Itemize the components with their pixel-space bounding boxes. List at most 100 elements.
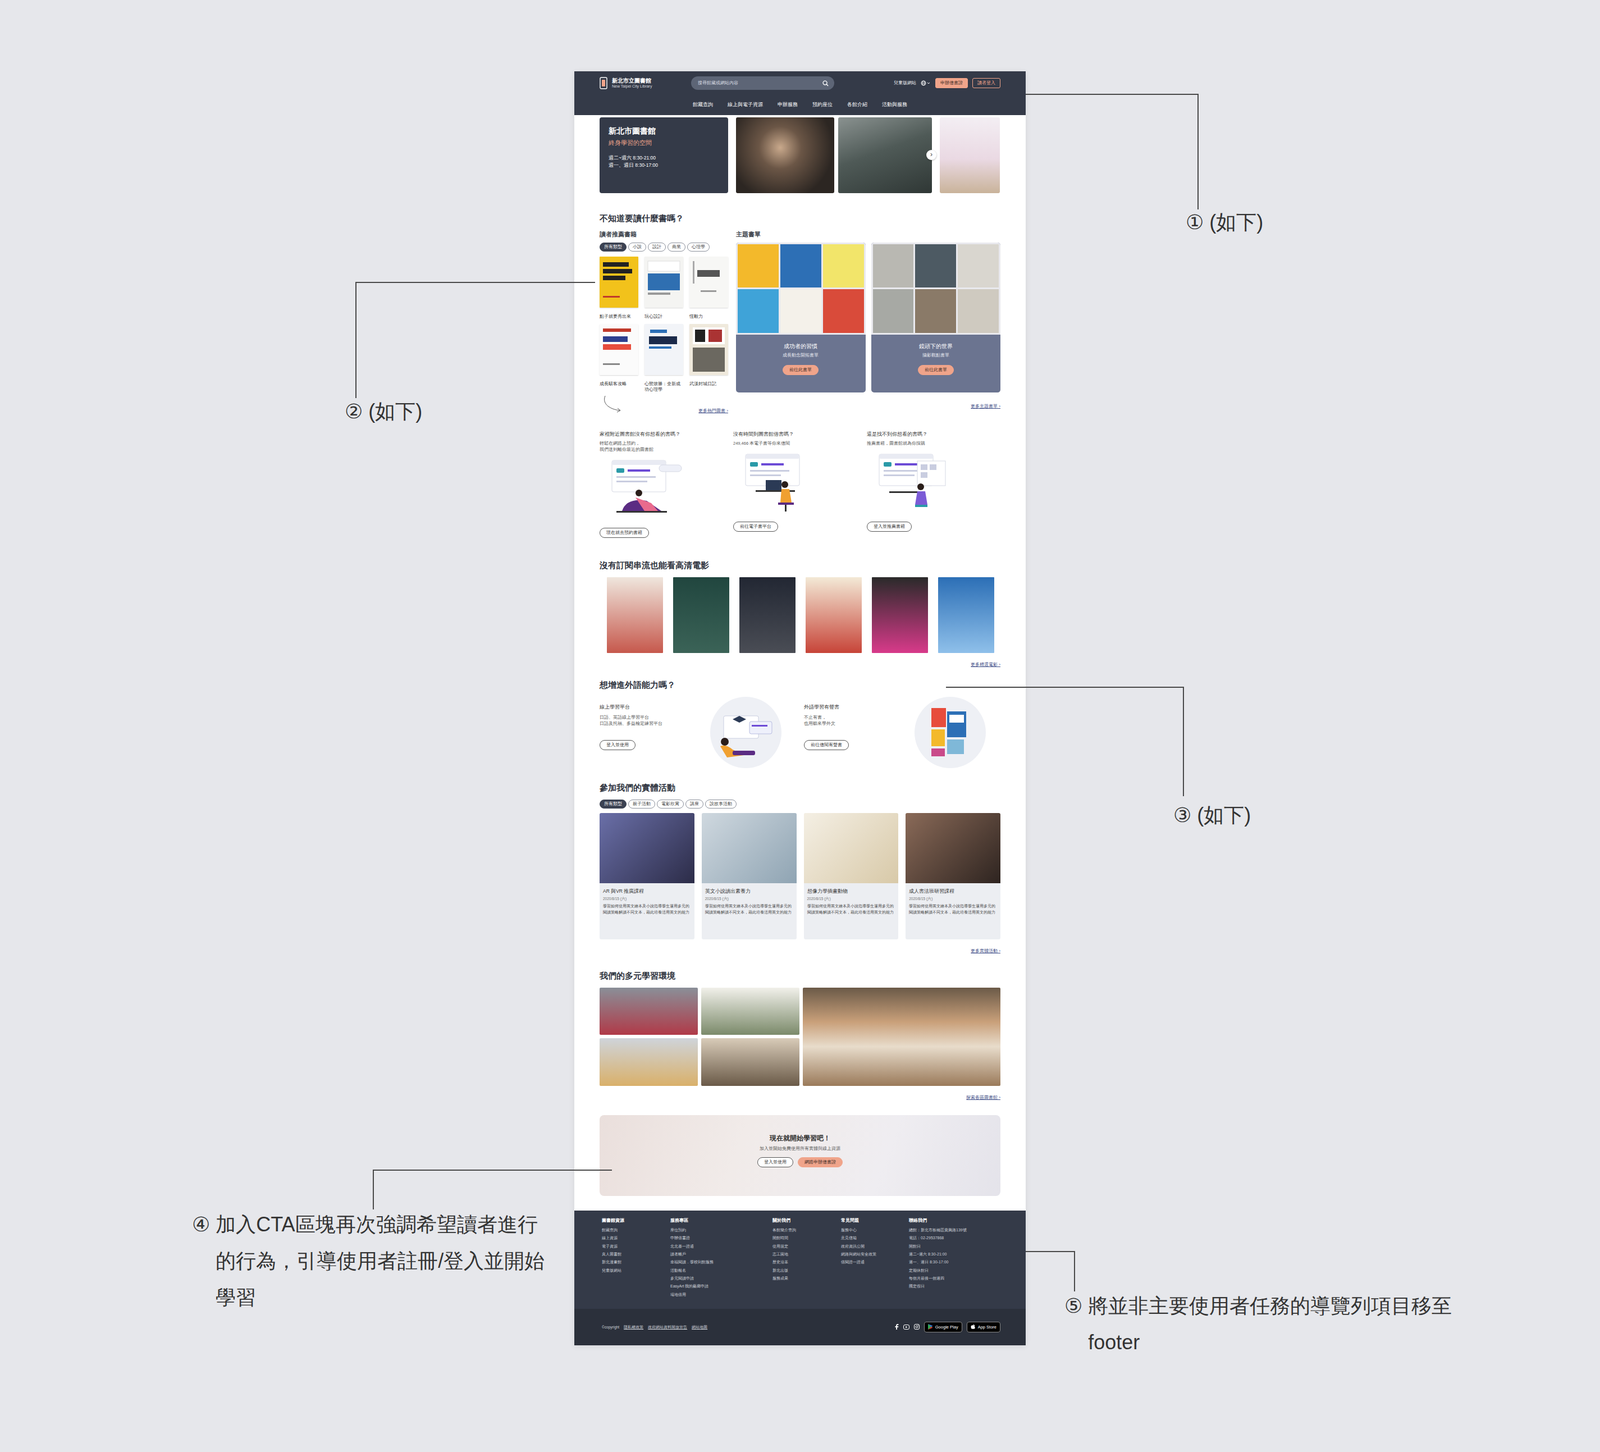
movie-poster[interactable] bbox=[739, 577, 796, 653]
more-movies-link[interactable]: 更多精選電影 › bbox=[970, 661, 1001, 667]
footer-link[interactable]: 志工園地 bbox=[772, 1250, 841, 1259]
footer-link[interactable]: 北北基一證通 bbox=[670, 1242, 773, 1251]
legal-link[interactable]: 網站地圖 bbox=[691, 1324, 708, 1330]
search-input[interactable] bbox=[696, 79, 823, 88]
footer-link[interactable]: 幸福閱讀．學校到館服務 bbox=[670, 1258, 773, 1266]
footer-link[interactable]: 場地借用 bbox=[670, 1290, 773, 1299]
hero-photo[interactable] bbox=[939, 117, 1000, 194]
more-events-link[interactable]: 更多實體活動 › bbox=[970, 948, 1001, 954]
footer-link[interactable]: 網路與網站安全政策 bbox=[840, 1250, 909, 1259]
footer-link[interactable]: 申辦借書證 bbox=[670, 1233, 773, 1242]
space-photo[interactable] bbox=[701, 1038, 800, 1086]
app-store-badge[interactable]: App Store bbox=[966, 1321, 1001, 1333]
footer-link[interactable]: 座位預約 bbox=[670, 1226, 773, 1234]
event-type-tag[interactable]: 講座 bbox=[685, 799, 704, 809]
promo-button[interactable]: 現在就去預約書籍 bbox=[599, 527, 649, 538]
nav-item[interactable]: 線上與電子資源 bbox=[727, 101, 763, 109]
apply-card-button[interactable]: 申辦借書證 bbox=[935, 78, 968, 89]
footer-link[interactable]: 線上資源 bbox=[601, 1233, 671, 1242]
event-card[interactable]: 想像力學插畫動物2020/8/15 (六)學習如何使用英文繪本及小說指導學生運用… bbox=[803, 812, 899, 940]
app-store-badge[interactable]: Google Play bbox=[924, 1321, 963, 1333]
event-card[interactable]: 英文小說讀出素養力2020/8/15 (六)學習如何使用英文繪本及小說指導學生運… bbox=[701, 812, 797, 940]
footer-link[interactable]: 意見信箱 bbox=[840, 1233, 909, 1242]
genre-tag[interactable]: 商業 bbox=[667, 242, 686, 252]
hero-photo[interactable] bbox=[736, 117, 835, 194]
footer-link[interactable]: 多元閱讀申請 bbox=[670, 1274, 773, 1283]
footer-link[interactable]: 電子資源 bbox=[601, 1242, 671, 1251]
movie-poster[interactable] bbox=[871, 577, 928, 653]
book-item[interactable]: 點子就要秀出來 bbox=[599, 256, 639, 320]
language-button[interactable]: 前往借閱有聲書 bbox=[803, 739, 849, 751]
kids-site-link[interactable]: 兒童版網站 bbox=[893, 79, 917, 86]
event-body: 成人書法班研習課程2020/8/15 (六)學習如何使用英文繪本及小說指導學生運… bbox=[905, 883, 1001, 921]
event-type-tag[interactable]: 親子活動 bbox=[628, 799, 656, 809]
footer-link[interactable]: 讀者帳戶 bbox=[670, 1250, 773, 1259]
cta-button[interactable]: 登入並使用 bbox=[757, 1157, 794, 1168]
more-lists-link[interactable]: 更多主題書單 › bbox=[970, 403, 1001, 409]
nav-item[interactable]: 館藏查詢 bbox=[692, 101, 713, 109]
genre-tag[interactable]: 小說 bbox=[628, 242, 647, 252]
carousel-next-button[interactable]: › bbox=[926, 149, 937, 160]
footer-link[interactable]: 歷史沿革 bbox=[772, 1258, 841, 1266]
footer-link[interactable]: 服務中心 bbox=[840, 1226, 909, 1234]
footer-link[interactable]: 兒童版網站 bbox=[601, 1266, 671, 1275]
movie-poster[interactable] bbox=[673, 577, 730, 653]
movie-poster[interactable] bbox=[938, 577, 995, 653]
footer-link[interactable]: 借閱證一證通 bbox=[840, 1258, 909, 1266]
footer-link[interactable]: 新北漫畫館 bbox=[601, 1258, 671, 1266]
book-item[interactable]: 玩心設計 bbox=[644, 256, 684, 320]
book-item[interactable]: 恆毅力 bbox=[689, 256, 729, 320]
annotation-text: 加入CTA區塊再次強調希望讀者進行的行為，引導使用者註冊/登入並開始學習 bbox=[215, 1206, 553, 1316]
cta-button[interactable]: 網路申辦借書證 bbox=[797, 1157, 843, 1168]
space-photo[interactable] bbox=[599, 1038, 698, 1086]
footer-link[interactable]: EasyArt 我的藝廊申請 bbox=[670, 1282, 773, 1291]
language-desc: 日語及托福、多益檢定練習平台 bbox=[599, 720, 711, 727]
event-card[interactable]: AR 與VR 推廣課程2020/8/15 (六)學習如何使用英文繪本及小說指導學… bbox=[599, 812, 695, 940]
movie-poster[interactable] bbox=[606, 577, 664, 653]
more-books-link[interactable]: 更多熱門圖書 › bbox=[698, 407, 729, 414]
nav-item[interactable]: 活動與服務 bbox=[881, 101, 908, 109]
footer-link[interactable]: 服務成果 bbox=[772, 1274, 841, 1283]
footer-link[interactable]: 使用規定 bbox=[772, 1242, 841, 1251]
nav-item[interactable]: 申辦服務 bbox=[777, 101, 798, 109]
book-item[interactable]: 成長駭客攻略 bbox=[599, 323, 639, 393]
legal-link[interactable]: 隱私權政策 bbox=[623, 1324, 644, 1330]
footer-link[interactable]: 新北出版 bbox=[772, 1266, 841, 1275]
theme-list-button[interactable]: 前往此書單 bbox=[782, 364, 819, 376]
book-item[interactable]: 心態致勝：全新成功心理學 bbox=[644, 323, 684, 393]
event-type-tag[interactable]: 所有類型 bbox=[599, 799, 627, 809]
hero-photo[interactable]: › bbox=[838, 117, 932, 194]
footer-link[interactable]: 開館時間 bbox=[772, 1233, 841, 1242]
footer-link[interactable]: 活動報名 bbox=[670, 1266, 773, 1275]
event-type-tag[interactable]: 電影欣賞 bbox=[656, 799, 684, 809]
more-branches-link[interactable]: 探索各區圖書館 › bbox=[966, 1094, 1001, 1100]
genre-tag[interactable]: 設計 bbox=[647, 242, 666, 252]
footer-link[interactable]: 各館簡介查詢 bbox=[772, 1226, 841, 1234]
theme-list-button[interactable]: 前往此書單 bbox=[917, 364, 954, 376]
space-photo[interactable] bbox=[701, 987, 800, 1036]
site-logo[interactable]: 新北市立圖書館New Taipei City Library bbox=[599, 76, 652, 90]
theme-list-card[interactable]: 成功者的習慣成長動念開拓書單前往此書單 bbox=[736, 242, 866, 393]
footer-link[interactable]: 真人圖書館 bbox=[601, 1250, 671, 1259]
nav-item[interactable]: 預約座位 bbox=[812, 101, 833, 109]
language-illustration bbox=[914, 696, 986, 768]
space-photo[interactable] bbox=[599, 987, 698, 1036]
event-desc: 學習如何使用英文繪本及小說指導學生運用多元的閱讀策略解讀不同文本，藉此培養活用英… bbox=[602, 903, 692, 916]
genre-tag[interactable]: 所有類型 bbox=[599, 242, 627, 252]
movie-poster[interactable] bbox=[805, 577, 862, 653]
promo-button[interactable]: 登入並推薦書籍 bbox=[866, 521, 912, 532]
login-button[interactable]: 讀者登入 bbox=[972, 78, 1001, 89]
event-type-tag[interactable]: 說故事活動 bbox=[705, 799, 737, 809]
footer-link[interactable]: 政府資訊公開 bbox=[840, 1242, 909, 1251]
promo-button[interactable]: 前往電子書平台 bbox=[733, 521, 779, 532]
footer-link[interactable]: 館藏查詢 bbox=[601, 1226, 671, 1234]
nav-item[interactable]: 各館介紹 bbox=[847, 101, 868, 109]
genre-tag[interactable]: 心理學 bbox=[687, 242, 710, 252]
book-item[interactable]: 武漢封城日記 bbox=[689, 323, 729, 393]
language-button[interactable]: 登入並使用 bbox=[599, 739, 636, 751]
search-box[interactable] bbox=[691, 76, 835, 90]
legal-link[interactable]: 政府網站資料開放宣告 bbox=[647, 1324, 688, 1330]
theme-list-card[interactable]: 鏡頭下的世界攝影觀點書單前往此書單 bbox=[871, 242, 1001, 393]
event-card[interactable]: 成人書法班研習課程2020/8/15 (六)學習如何使用英文繪本及小說指導學生運… bbox=[905, 812, 1001, 940]
space-photo[interactable] bbox=[802, 987, 1001, 1086]
